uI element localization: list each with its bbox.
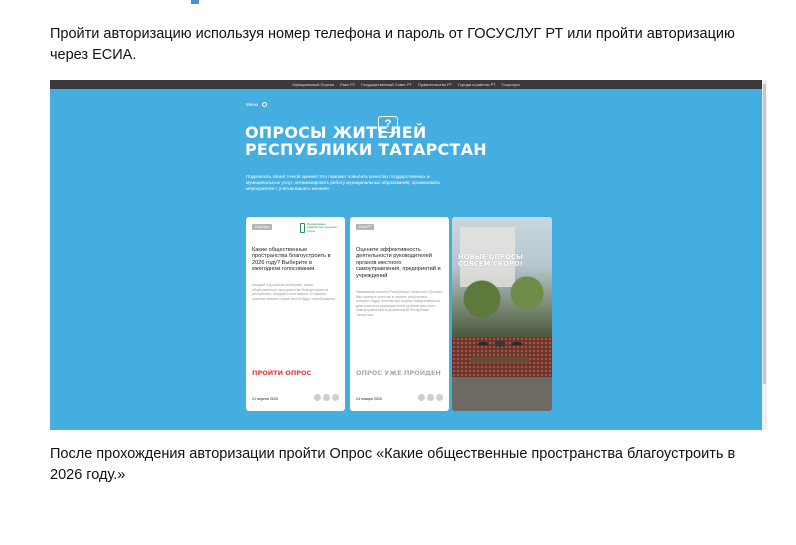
question-bubble-icon: ? — [378, 116, 398, 133]
survey-completed-label: ОПРОС УЖЕ ПРОЙДЕН — [356, 369, 441, 377]
org-logo-icon — [300, 223, 305, 233]
scrollbar[interactable] — [762, 80, 767, 430]
survey-card[interactable]: Госуслуги Формирование комфортной городс… — [246, 217, 345, 411]
share-icons — [314, 394, 339, 401]
nav-item-gossovet[interactable]: Государственный Совет РТ — [361, 82, 412, 87]
portal-screenshot: Официальный Портал Раис РТ Государственн… — [50, 80, 762, 430]
page-title-line2: РЕСПУБЛИКИ ТАТАРСТАН — [245, 140, 487, 159]
intro-instruction: Пройти авторизацию используя номер телеф… — [50, 26, 735, 63]
card-title: Какие общественные пространства благоуст… — [252, 247, 331, 273]
take-survey-button[interactable]: ПРОЙТИ ОПРОС — [252, 369, 311, 377]
share-icons — [418, 394, 443, 401]
promo-text: НОВЫЕ ОПРОСЫ СОВСЕМ СКОРО! — [458, 253, 523, 269]
org-logo-text: Формирование комфортной городской среды — [306, 222, 337, 233]
menu-arrow-icon — [262, 102, 268, 107]
card-description: Уважаемые жители Республики Татарстан! П… — [356, 290, 442, 317]
share-ok-icon[interactable] — [323, 394, 330, 401]
photo-ground — [452, 377, 552, 411]
page-title-line1: ОПРОСЫ ЖИТЕЛЕЙ — [245, 123, 427, 142]
share-telegram-icon[interactable] — [436, 394, 443, 401]
card-description: Каждый год жители выбирают, какие общест… — [252, 283, 336, 301]
share-telegram-icon[interactable] — [332, 394, 339, 401]
photo-bench — [470, 357, 530, 363]
card-tag: Раис РТ — [356, 224, 374, 230]
share-ok-icon[interactable] — [427, 394, 434, 401]
nav-item-portal[interactable]: Официальный Портал — [292, 82, 334, 87]
top-nav: Официальный Портал Раис РТ Государственн… — [50, 80, 762, 89]
card-tag: Госуслуги — [252, 224, 273, 230]
nav-item-government[interactable]: Правительство РТ — [418, 82, 452, 87]
photo-trees — [452, 275, 552, 335]
card-title: Оцените эффективность деятельности руков… — [356, 247, 441, 279]
scrollbar-thumb[interactable] — [763, 84, 766, 384]
card-date: 24 января 2025 — [356, 397, 382, 401]
photo-people — [476, 335, 524, 357]
page-subtitle: Поделитесь своей точкой зрения! Это помо… — [246, 174, 440, 191]
promo-card: НОВЫЕ ОПРОСЫ СОВСЕМ СКОРО! — [452, 217, 552, 411]
org-logo: Формирование комфортной городской среды — [300, 222, 340, 234]
top-link-fragment — [191, 0, 199, 4]
menu-label: Меню — [246, 102, 259, 107]
nav-item-cities[interactable]: Города и районы РТ — [458, 82, 496, 87]
share-vk-icon[interactable] — [314, 394, 321, 401]
outro-instruction: После прохождения авторизации пройти Опр… — [50, 446, 736, 483]
survey-card[interactable]: Раис РТ Оцените эффективность деятельнос… — [350, 217, 449, 411]
card-date: 21 апреля 2025 — [252, 397, 278, 401]
share-vk-icon[interactable] — [418, 394, 425, 401]
nav-item-rais[interactable]: Раис РТ — [340, 82, 355, 87]
promo-photo — [452, 217, 552, 411]
menu-link[interactable]: Меню — [246, 102, 268, 107]
page-title: ОПРОСЫ ЖИТЕЛЕЙ РЕСПУБЛИКИ ТАТАРСТАН — [245, 124, 487, 158]
nav-item-gosuslugi[interactable]: Госуслуги — [502, 82, 520, 87]
